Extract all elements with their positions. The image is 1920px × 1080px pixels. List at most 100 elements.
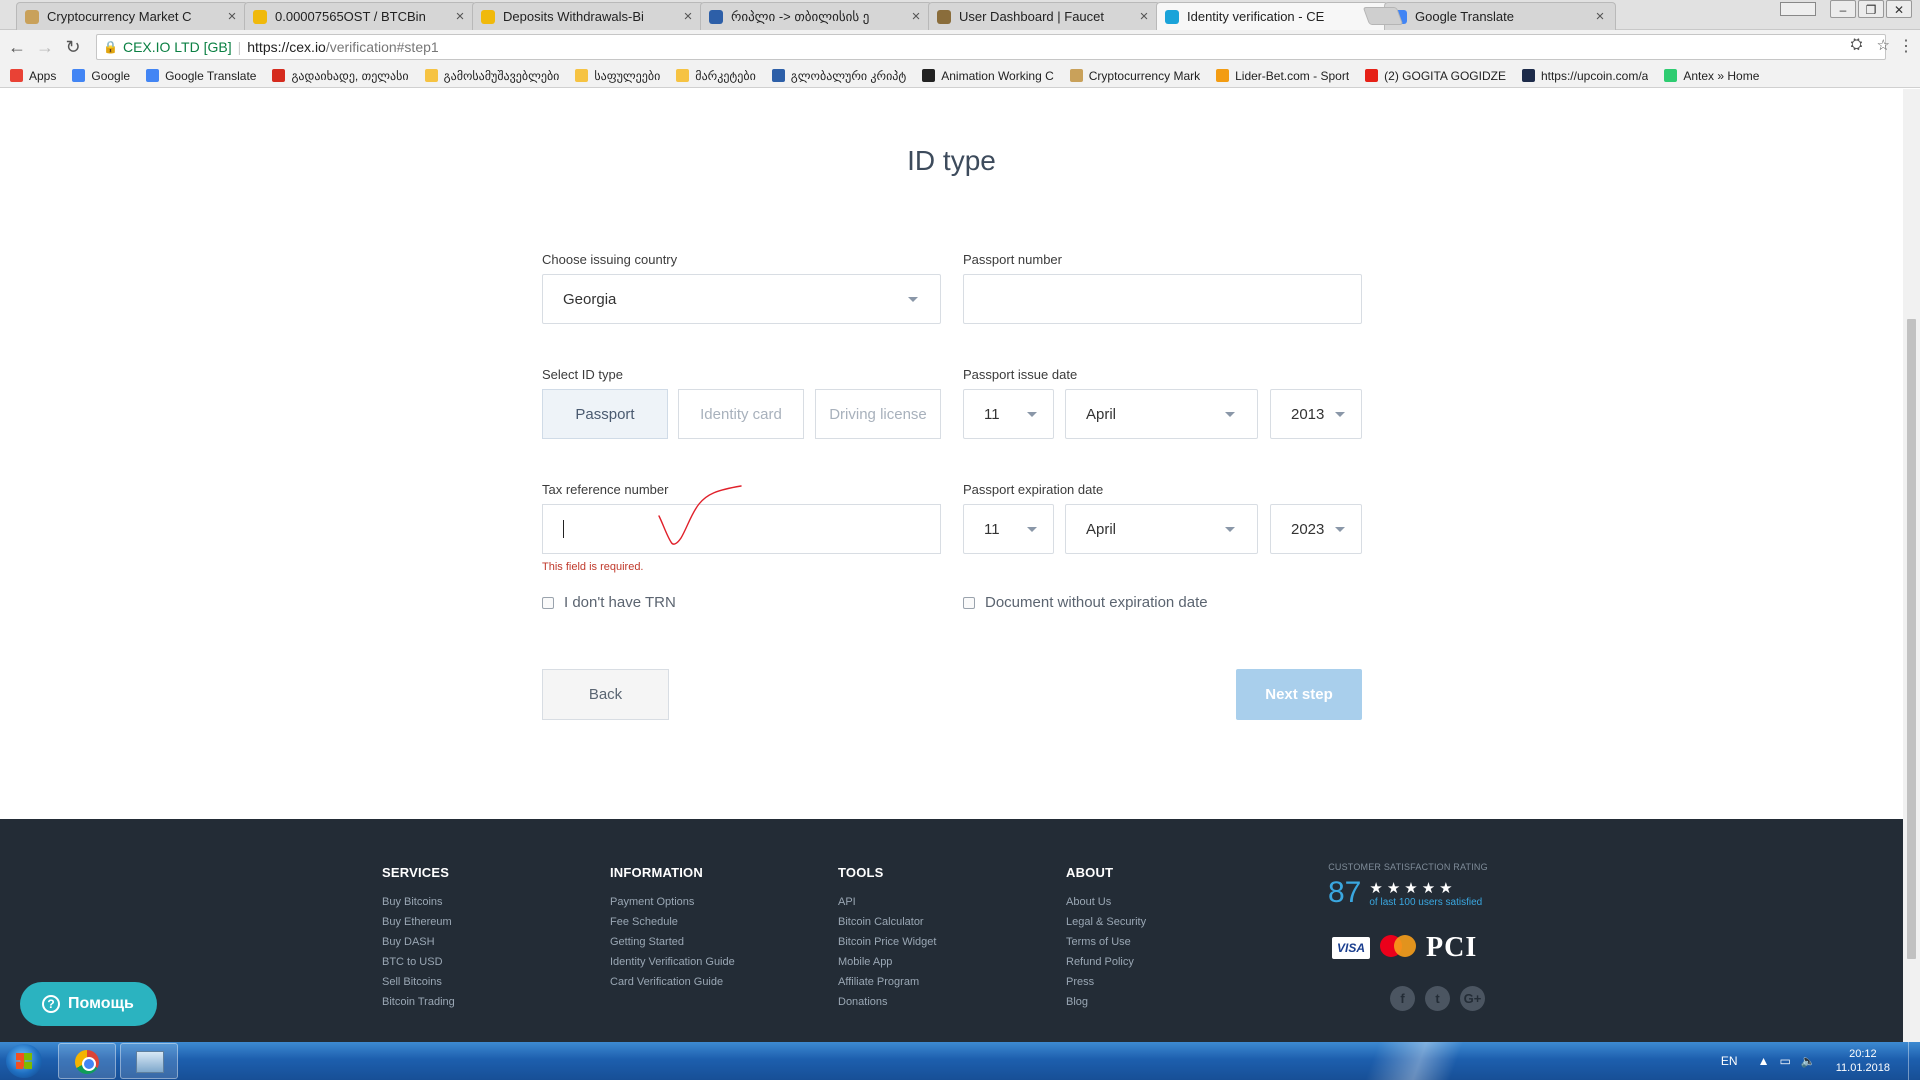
issue-month-select[interactable]: April [1065,389,1258,439]
bookmark-item[interactable]: გლობალური კრიპტ [771,69,906,83]
bookmark-item[interactable]: Apps [10,69,56,83]
bookmark-item[interactable]: Google Translate [146,69,256,83]
country-value: Georgia [563,290,617,308]
footer-link[interactable]: Getting Started [610,932,735,952]
footer-link[interactable]: Bitcoin Price Widget [838,932,936,952]
browser-tab[interactable]: User Dashboard | Faucet × [928,2,1160,30]
bookmark-item[interactable]: Antex » Home [1664,69,1759,83]
issue-day-select[interactable]: 11 [963,389,1054,439]
new-tab-button[interactable] [1362,7,1404,25]
taskbar-chrome-button[interactable] [58,1043,116,1079]
expiry-year-select[interactable]: 2023 [1270,504,1362,554]
bookmark-item[interactable]: Animation Working C [922,69,1054,83]
bookmark-star-icon[interactable]: ☆ [1877,36,1890,54]
browser-tab[interactable]: Deposits Withdrawals-Bi × [472,2,704,30]
no-expiry-checkbox[interactable]: Document without expiration date [963,594,1208,611]
next-step-button[interactable]: Next step [1236,669,1362,720]
checkbox-box[interactable] [963,596,975,609]
passport-number-label: Passport number [963,252,1062,267]
footer-link[interactable]: API [838,892,936,912]
bookmark-item[interactable]: Lider-Bet.com - Sport [1216,69,1349,83]
translate-icon[interactable]: ⛭ [1851,36,1863,54]
reload-icon[interactable]: ↻ [62,36,84,58]
network-icon[interactable]: ▭ [1779,1054,1790,1068]
twitter-icon[interactable]: t [1425,986,1450,1011]
show-desktop-button[interactable] [1908,1042,1920,1080]
taskbar-clock[interactable]: 20:12 11.01.2018 [1836,1047,1890,1075]
footer-link[interactable]: Press [1066,972,1146,992]
no-trn-checkbox[interactable]: I don't have TRN [542,594,676,611]
footer-link[interactable]: Buy DASH [382,932,455,952]
expiry-date-label: Passport expiration date [963,482,1104,497]
bookmark-item[interactable]: მარკეტები [676,69,756,83]
start-button-icon[interactable] [6,1044,42,1078]
forward-arrow-icon[interactable]: → [34,36,56,58]
id-type-passport-button[interactable]: Passport [542,389,668,439]
footer-link[interactable]: Donations [838,992,936,1012]
tab-favicon-icon [1165,9,1179,24]
bookmark-item[interactable]: https://upcoin.com/a [1521,69,1648,83]
volume-icon[interactable]: 🔈 [1801,1054,1816,1068]
bookmark-item[interactable]: Google [72,69,130,83]
footer-link[interactable]: About Us [1066,892,1146,912]
footer-link[interactable]: Sell Bitcoins [382,972,455,992]
bookmark-item[interactable]: Cryptocurrency Mark [1069,69,1200,83]
id-type-driving-license-button[interactable]: Driving license [815,389,941,439]
footer-link[interactable]: Buy Bitcoins [382,892,455,912]
footer-link[interactable]: Buy Ethereum [382,912,455,932]
tab-close-icon[interactable]: × [681,8,695,25]
footer-link[interactable]: Card Verification Guide [610,972,735,992]
browser-tab[interactable]: 0.00007565OST / BTCBin × [244,2,476,30]
expiry-day-select[interactable]: 11 [963,504,1054,554]
bookmark-item[interactable]: გამოსამუშავებლები [424,69,559,83]
tab-close-icon[interactable]: × [909,8,923,25]
country-select[interactable]: Georgia [542,274,941,324]
restore-icon[interactable]: ❐ [1858,0,1884,18]
back-arrow-icon[interactable]: ← [6,36,28,58]
footer-link[interactable]: BTC to USD [382,952,455,972]
profile-badge[interactable] [1780,2,1816,16]
lock-icon: 🔒 [103,40,118,54]
tab-close-icon[interactable]: × [453,8,467,25]
passport-number-input[interactable] [963,274,1362,324]
id-type-identity-card-button[interactable]: Identity card [678,389,804,439]
footer-link[interactable]: Mobile App [838,952,936,972]
footer-link[interactable]: Bitcoin Trading [382,992,455,1012]
browser-menu-icon[interactable]: ⋮ [1898,36,1914,56]
footer-link[interactable]: Legal & Security [1066,912,1146,932]
tab-close-icon[interactable]: × [1137,8,1151,25]
footer-link[interactable]: Identity Verification Guide [610,952,735,972]
bookmark-item[interactable]: გადაიხადე, თელასი [272,69,409,83]
browser-tab[interactable]: Google Translate × [1384,2,1616,30]
back-button[interactable]: Back [542,669,669,720]
bookmark-item[interactable]: საფულეები [575,69,660,83]
footer-link[interactable]: Refund Policy [1066,952,1146,972]
bookmark-item[interactable]: (2) GOGITA GOGIDZE [1365,69,1506,83]
footer-link[interactable]: Payment Options [610,892,735,912]
scrollbar-thumb[interactable] [1907,319,1916,959]
issue-year-select[interactable]: 2013 [1270,389,1362,439]
footer-link[interactable]: Fee Schedule [610,912,735,932]
close-window-icon[interactable]: ✕ [1886,0,1912,18]
taskbar-explorer-button[interactable] [120,1043,178,1079]
tab-close-icon[interactable]: × [1593,8,1607,25]
browser-tab[interactable]: Identity verification - CE× [1156,2,1388,30]
footer-link[interactable]: Blog [1066,992,1146,1012]
tab-close-icon[interactable]: × [225,8,239,25]
site-footer: SERVICES Buy Bitcoins Buy Ethereum Buy DASH… [0,819,1903,1042]
browser-tab[interactable]: Cryptocurrency Market C × [16,2,248,30]
footer-link[interactable]: Terms of Use [1066,932,1146,952]
address-bar[interactable]: 🔒 CEX.IO LTD [GB] | https://cex.io/verif… [96,34,1886,60]
language-indicator[interactable]: EN [1721,1054,1738,1068]
facebook-icon[interactable]: f [1390,986,1415,1011]
footer-link[interactable]: Bitcoin Calculator [838,912,936,932]
tray-expand-icon[interactable]: ▲ [1758,1054,1770,1068]
help-chat-button[interactable]: ? Помощь [20,982,157,1026]
footer-link[interactable]: Affiliate Program [838,972,936,992]
page-scrollbar[interactable] [1903,89,1920,1042]
expiry-month-select[interactable]: April [1065,504,1258,554]
minimize-icon[interactable]: – [1830,0,1856,18]
browser-tab[interactable]: რიპლი -> თბილისის ე × [700,2,932,30]
checkbox-box[interactable] [542,596,554,609]
google-plus-icon[interactable]: G+ [1460,986,1485,1011]
